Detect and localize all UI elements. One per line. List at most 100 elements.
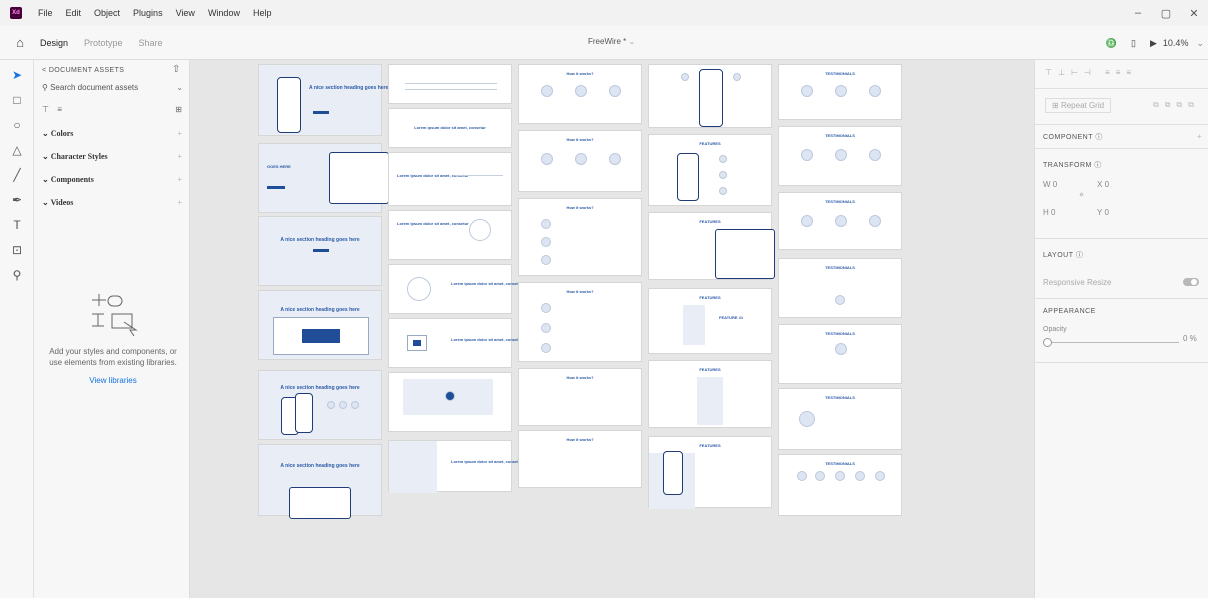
avatar	[835, 85, 847, 97]
view-libraries-link[interactable]: View libraries	[42, 376, 184, 385]
opacity-slider[interactable]	[1045, 342, 1179, 343]
ellipse-tool-icon[interactable]: ○	[0, 112, 34, 137]
artboard[interactable]: How it works?	[518, 368, 642, 426]
search-input[interactable]: ⚲ Search document assets	[42, 83, 186, 97]
artboard[interactable]: FEATURES FEATURE #1	[648, 288, 772, 354]
grid-view-icon[interactable]: ⊞	[175, 105, 182, 114]
menu-view[interactable]: View	[176, 8, 195, 18]
artboard[interactable]: Lorem ipsum dolor sit amet, consetur	[388, 210, 512, 260]
document-assets-header[interactable]: < DOCUMENT ASSETS	[42, 67, 124, 74]
menu-object[interactable]: Object	[94, 8, 120, 18]
artboard[interactable]: TESTIMONIALS	[778, 454, 902, 516]
play-icon[interactable]: ▶	[1150, 38, 1157, 49]
sort-icon[interactable]: ≡	[57, 105, 62, 114]
layout-section: LAYOUT ⓘ	[1043, 252, 1084, 259]
line-tool-icon[interactable]: ╱	[0, 162, 34, 187]
artboard[interactable]: FEATURES	[648, 436, 772, 509]
artboard[interactable]	[648, 64, 772, 128]
close-button[interactable]: ✕	[1180, 7, 1208, 20]
menu-bar: Xd File Edit Object Plugins View Window …	[0, 0, 1208, 26]
zoom-level[interactable]: 10.4%	[1163, 38, 1189, 48]
opacity-slider-handle[interactable]	[1043, 338, 1052, 347]
text-tool-icon[interactable]: T	[0, 212, 34, 237]
artboard[interactable]: FEATURES	[648, 212, 775, 280]
tab-share[interactable]: Share	[139, 38, 163, 48]
artboard[interactable]: Lorem ipsum dolor sit amet, consetur	[388, 152, 512, 206]
artboard[interactable]: FEATURES	[648, 360, 772, 428]
artboard[interactable]: TESTIMONIALS	[778, 388, 902, 450]
repeat-grid-button[interactable]: ⊞ Repeat Grid	[1045, 98, 1112, 113]
chevron-down-icon[interactable]: ⌄	[176, 83, 183, 92]
design-canvas[interactable]: A nice section heading goes here GOES HE…	[190, 60, 1034, 598]
add-component-icon[interactable]: +	[1197, 132, 1202, 141]
responsive-resize-toggle[interactable]	[1183, 278, 1199, 286]
chevron-down-icon: ⌄	[628, 37, 636, 46]
artboard[interactable]	[388, 64, 512, 104]
menu-help[interactable]: Help	[253, 8, 272, 18]
add-icon[interactable]: +	[177, 152, 182, 161]
pen-tool-icon[interactable]: ✒	[0, 187, 34, 212]
select-tool-icon[interactable]: ➤	[0, 62, 34, 87]
artboard[interactable]: A nice section heading goes here	[258, 64, 388, 136]
artboard[interactable]: Lorem ipsum dolor sit amet, consetur	[388, 440, 523, 493]
artboard[interactable]: A nice section heading goes here	[258, 216, 382, 286]
document-title[interactable]: FreeWire * ⌄	[588, 37, 635, 46]
menu-file[interactable]: File	[38, 8, 53, 18]
artboard[interactable]: How it works?	[518, 282, 642, 362]
device-preview-icon[interactable]: ▯	[1131, 38, 1136, 49]
home-icon[interactable]: ⌂	[0, 35, 40, 50]
artboard[interactable]: Lorem ipsum dolor sit amet, consetur	[388, 318, 523, 368]
align-icons[interactable]: ⊤⊥⊢⊣ ≡≡≡	[1045, 68, 1137, 77]
artboard[interactable]: How it works?	[518, 64, 642, 124]
add-icon[interactable]: +	[177, 198, 182, 207]
add-icon[interactable]: +	[177, 129, 182, 138]
maximize-button[interactable]: ▢	[1152, 7, 1180, 20]
info-icon[interactable]: ⓘ	[1095, 134, 1103, 141]
tab-design[interactable]: Design	[40, 38, 68, 48]
user-icon[interactable]: ♎	[1106, 38, 1117, 49]
polygon-tool-icon[interactable]: △	[0, 137, 34, 162]
rectangle-tool-icon[interactable]: □	[0, 87, 34, 112]
artboard[interactable]: Lorem ipsum dolor sit amet, consetur	[388, 108, 512, 148]
artboard[interactable]: TESTIMONIALS	[778, 258, 902, 318]
lock-aspect-icon[interactable]: ⋄	[1079, 190, 1084, 199]
section-colors[interactable]: ⌄ Colors +	[42, 129, 182, 138]
artboard[interactable]: How it works?	[518, 198, 642, 276]
x-field[interactable]: X 0	[1097, 180, 1109, 189]
artboard[interactable]: TESTIMONIALS	[778, 192, 902, 250]
minimize-button[interactable]: –	[1124, 7, 1152, 19]
artboard[interactable]: How it works?	[518, 130, 642, 192]
section-components[interactable]: ⌄ Components +	[42, 175, 182, 184]
add-icon[interactable]: +	[177, 175, 182, 184]
artboard[interactable]: TESTIMONIALS	[778, 324, 902, 384]
opacity-value[interactable]: 0 %	[1183, 334, 1197, 343]
artboard[interactable]: Lorem ipsum dolor sit amet, consetur	[388, 264, 523, 314]
section-character-styles[interactable]: ⌄ Character Styles +	[42, 152, 182, 161]
menu-plugins[interactable]: Plugins	[133, 8, 163, 18]
tab-prototype[interactable]: Prototype	[84, 38, 123, 48]
section-videos[interactable]: ⌄ Videos +	[42, 198, 182, 207]
artboard-tool-icon[interactable]: ⊡	[0, 237, 34, 262]
artboard[interactable]: FEATURES	[648, 134, 772, 206]
info-icon[interactable]: ⓘ	[1094, 162, 1102, 169]
artboard[interactable]: A nice section heading goes here	[258, 370, 382, 440]
artboard[interactable]: A nice section heading goes here	[258, 444, 382, 519]
menu-window[interactable]: Window	[208, 8, 240, 18]
zoom-chevron-icon[interactable]: ⌄	[1196, 38, 1204, 49]
zoom-tool-icon[interactable]: ⚲	[0, 262, 34, 287]
y-field[interactable]: Y 0	[1097, 208, 1109, 217]
filter-icon[interactable]: ⊤	[42, 105, 49, 114]
artboard[interactable]: A nice section heading goes here	[258, 290, 382, 360]
boolean-icons[interactable]: ⧉⧉⧉⧉	[1153, 100, 1200, 110]
artboard[interactable]: How it works?	[518, 430, 642, 488]
feature-icon	[681, 73, 689, 81]
artboard[interactable]: TESTIMONIALS	[778, 64, 902, 120]
artboard[interactable]: GOES HERE	[258, 143, 389, 213]
info-icon[interactable]: ⓘ	[1076, 252, 1084, 259]
share-icon[interactable]: ⇧	[172, 64, 180, 75]
height-field[interactable]: H 0	[1043, 208, 1055, 217]
artboard[interactable]	[388, 372, 512, 432]
menu-edit[interactable]: Edit	[66, 8, 82, 18]
width-field[interactable]: W 0	[1043, 180, 1057, 189]
artboard[interactable]: TESTIMONIALS	[778, 126, 902, 186]
